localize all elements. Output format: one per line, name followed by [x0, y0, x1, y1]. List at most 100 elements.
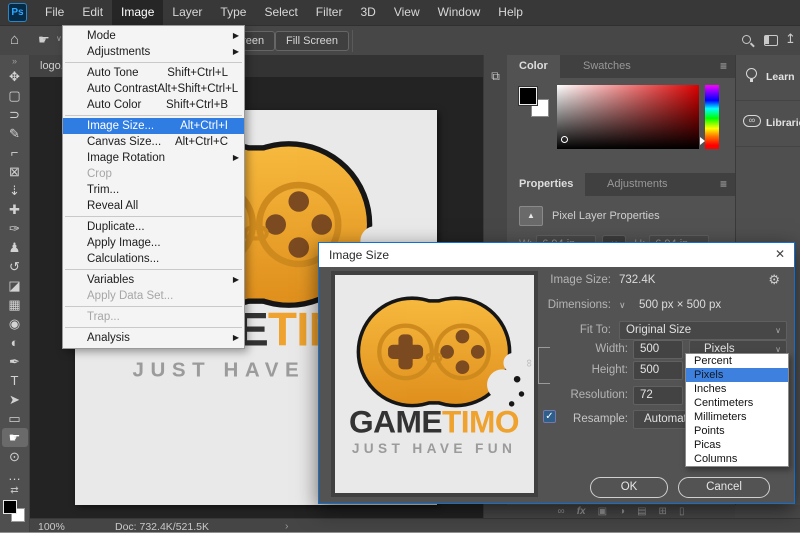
new-group-icon[interactable]: ▤ [637, 505, 646, 518]
collapsed-panel-icon[interactable]: ⧉ [489, 69, 503, 84]
menu-item-adjustments[interactable]: Adjustments ▶ [63, 44, 244, 60]
workspace-icon[interactable] [764, 35, 778, 46]
more-tools[interactable]: … [2, 466, 28, 485]
path-select-tool[interactable]: ➤ [2, 390, 28, 409]
shape-tool[interactable]: ▭ [2, 409, 28, 428]
menu-item-analysis[interactable]: Analysis ▶ [63, 330, 244, 346]
lasso-tool[interactable]: ⊃ [2, 105, 28, 124]
menubar-type[interactable]: Type [211, 0, 255, 25]
tab-adjustments[interactable]: Adjustments [595, 173, 680, 196]
menubar-3d[interactable]: 3D [351, 0, 384, 25]
zoom-level[interactable]: 100% [38, 521, 65, 533]
color-cursor[interactable] [561, 136, 568, 143]
zoom-tool[interactable]: ⊙ [2, 447, 28, 466]
foreground-color-swatch[interactable] [519, 87, 537, 105]
menu-item-auto-color[interactable]: Auto Color Shift+Ctrl+B [63, 97, 244, 113]
menu-item-calculations[interactable]: Calculations... [63, 251, 244, 267]
chevron-down-icon[interactable]: ∨ [56, 34, 62, 43]
menubar-image[interactable]: Image [112, 0, 163, 25]
hand-tool[interactable]: ☛ [2, 428, 28, 447]
unit-option-points[interactable]: Points [686, 424, 788, 438]
menu-item-auto-tone[interactable]: Auto Tone Shift+Ctrl+L [63, 65, 244, 81]
tab-properties[interactable]: Properties [507, 173, 585, 196]
menubar-layer[interactable]: Layer [163, 0, 211, 25]
gradient-tool[interactable]: ▦ [2, 295, 28, 314]
cancel-button[interactable]: Cancel [678, 477, 770, 498]
menu-item-trim[interactable]: Trim... [63, 182, 244, 198]
height-input[interactable]: 500 [633, 361, 683, 380]
learn-panel-button[interactable]: Learn [736, 55, 800, 101]
menu-item-auto-contrast[interactable]: Auto Contrast Alt+Shift+Ctrl+L [63, 81, 244, 97]
menu-item-image-size[interactable]: Image Size... Alt+Ctrl+I [63, 118, 244, 134]
fit-to-select[interactable]: Original Size ∨ [619, 321, 787, 340]
menubar-help[interactable]: Help [489, 0, 532, 25]
clone-stamp-tool[interactable]: ♟ [2, 238, 28, 257]
adjustment-layer-icon[interactable]: ◑ [619, 505, 625, 518]
status-chevron-icon[interactable]: › [285, 520, 289, 532]
eraser-tool[interactable]: ◪ [2, 276, 28, 295]
foreground-color-swatch[interactable] [3, 500, 17, 514]
brush-tool[interactable]: ✑ [2, 219, 28, 238]
delete-layer-icon[interactable]: ▯ [679, 505, 685, 518]
menubar-select[interactable]: Select [255, 0, 306, 25]
menubar-filter[interactable]: Filter [307, 0, 352, 25]
menu-item-reveal-all[interactable]: Reveal All [63, 198, 244, 214]
eyedropper-tool[interactable]: ⇣ [2, 181, 28, 200]
libraries-panel-button[interactable]: ∞ Libraries [736, 101, 800, 147]
layer-effects-icon[interactable]: fx [577, 505, 586, 518]
link-layers-icon[interactable]: ∞ [558, 505, 565, 518]
quick-selection-tool[interactable]: ✎ [2, 124, 28, 143]
resolution-input[interactable]: 72 [633, 386, 683, 405]
hue-bar[interactable] [705, 85, 719, 149]
frame-tool[interactable]: ⊠ [2, 162, 28, 181]
share-icon[interactable]: ↥ [785, 31, 796, 47]
color-swatches[interactable] [2, 499, 28, 525]
panel-menu-icon[interactable]: ≡ [720, 177, 727, 191]
search-icon[interactable] [742, 35, 751, 44]
dodge-tool[interactable]: ◐ [2, 333, 28, 352]
healing-brush-tool[interactable]: ✚ [2, 200, 28, 219]
crop-tool[interactable]: ⌐ [2, 143, 28, 162]
type-tool[interactable]: T [2, 371, 28, 390]
toolbar-collapse-icon[interactable]: » [0, 55, 29, 67]
home-icon[interactable]: ⌂ [10, 31, 19, 48]
close-icon[interactable]: ✕ [775, 247, 785, 261]
panel-menu-icon[interactable]: ≡ [720, 59, 727, 73]
ok-button[interactable]: OK [590, 477, 668, 498]
swap-colors-icon[interactable]: ⇄ [0, 485, 29, 497]
panel-color-swatches[interactable] [519, 87, 551, 119]
chevron-down-icon[interactable]: ∨ [619, 300, 626, 311]
menu-item-image-rotation[interactable]: Image Rotation ▶ [63, 150, 244, 166]
tab-swatches[interactable]: Swatches [571, 55, 643, 78]
menu-item-mode[interactable]: Mode ▶ [63, 28, 244, 44]
unit-option-inches[interactable]: Inches [686, 382, 788, 396]
width-input[interactable]: 500 [633, 340, 683, 359]
pen-tool[interactable]: ✒ [2, 352, 28, 371]
gear-icon[interactable]: ⚙ [768, 272, 780, 288]
history-brush-tool[interactable]: ↺ [2, 257, 28, 276]
dialog-title-bar[interactable]: Image Size ✕ [319, 243, 794, 267]
hue-slider[interactable] [700, 137, 705, 145]
layer-mask-icon[interactable]: ▣ [598, 505, 607, 518]
saturation-field[interactable] [557, 85, 699, 149]
menubar-file[interactable]: File [36, 0, 73, 25]
unit-option-centimeters[interactable]: Centimeters [686, 396, 788, 410]
menu-item-duplicate[interactable]: Duplicate... [63, 219, 244, 235]
new-layer-icon[interactable]: ⊞ [659, 505, 667, 518]
unit-option-pixels[interactable]: Pixels [686, 368, 788, 382]
move-tool[interactable]: ✥ [2, 67, 28, 86]
menubar-window[interactable]: Window [429, 0, 490, 25]
menubar-edit[interactable]: Edit [73, 0, 112, 25]
blur-tool[interactable]: ◉ [2, 314, 28, 333]
fill-screen-button[interactable]: Fill Screen [275, 31, 349, 51]
unit-option-picas[interactable]: Picas [686, 438, 788, 452]
menubar-view[interactable]: View [385, 0, 429, 25]
unit-option-columns[interactable]: Columns [686, 452, 788, 466]
unit-option-percent[interactable]: Percent [686, 354, 788, 368]
tab-color[interactable]: Color [507, 55, 560, 78]
marquee-tool[interactable]: ▢ [2, 86, 28, 105]
menu-item-canvas-size[interactable]: Canvas Size... Alt+Ctrl+C [63, 134, 244, 150]
menu-item-variables[interactable]: Variables ▶ [63, 272, 244, 288]
unit-option-millimeters[interactable]: Millimeters [686, 410, 788, 424]
menu-item-apply-image[interactable]: Apply Image... [63, 235, 244, 251]
